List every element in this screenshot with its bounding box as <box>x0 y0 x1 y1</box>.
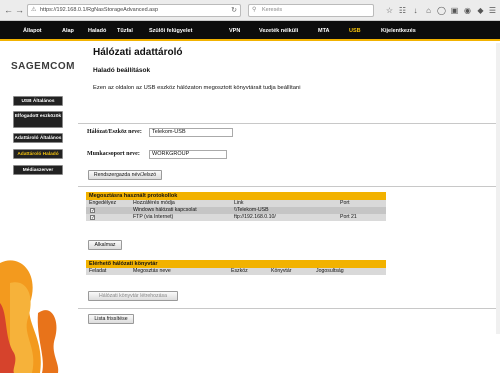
column-header: Link <box>234 200 244 206</box>
access-mode: Windows hálózati kapcsolat <box>133 207 197 213</box>
create-share-button[interactable]: Hálózati könyvtár létrehozása <box>88 291 178 301</box>
column-header: Engedélyez <box>89 200 117 206</box>
access-mode: FTP (via Internet) <box>133 214 174 220</box>
column-header: Port <box>340 200 350 206</box>
column-header: Jogosultság <box>316 268 344 274</box>
url-bar[interactable]: ⚠ https://192.168.0.1/RgNasStorageAdvanc… <box>27 4 241 17</box>
workgroup-label: Munkacsoport neve: <box>87 151 140 157</box>
main-navigation: Állapot Alap Haladó Tűzfal Szülői felügy… <box>0 21 500 41</box>
scrollbar[interactable] <box>496 43 500 334</box>
protocols-heading: Megosztásra használt protokollok <box>86 192 386 200</box>
enable-checkbox-ftp[interactable]: ✓ <box>90 215 95 221</box>
share-link: ftp://192.168.0.10/ <box>234 214 276 220</box>
nav-allapot[interactable]: Állapot <box>23 28 42 34</box>
enable-checkbox-smb[interactable]: ✓ <box>90 208 95 214</box>
table-row: ✓ Windows hálózati kapcsolat \\Telekom-U… <box>86 207 386 214</box>
share-link: \\Telekom-USB <box>234 207 269 213</box>
admin-credentials-button[interactable]: Rendszergazda név/Jelszó <box>88 170 162 180</box>
host-name-input[interactable]: Telekom-USB <box>149 128 233 137</box>
page-title: Hálózati adattároló <box>93 47 183 58</box>
table-row: ✓ FTP (via Internet) ftp://192.168.0.10/… <box>86 214 386 221</box>
sidebar-item-adattarolo-altalanos[interactable]: Adattároló Általános <box>13 133 63 143</box>
divider <box>78 186 500 187</box>
star-icon[interactable]: ☆ <box>384 5 395 16</box>
column-header: Hozzáférés módja <box>133 200 175 206</box>
url-text: https://192.168.0.1/RgNasStorageAdvanced… <box>40 7 159 13</box>
decorative-flame-graphic <box>0 243 70 373</box>
sidebar: SAGEMCOM USB Általános Elfogadott eszköz… <box>0 43 78 373</box>
browser-toolbar: ← → ⚠ https://192.168.0.1/RgNasStorageAd… <box>0 0 500 21</box>
nav-halado[interactable]: Haladó <box>88 28 106 34</box>
lock-icon: ⚠ <box>31 7 37 13</box>
port-value: Port 21 <box>340 214 357 220</box>
brand-logo: SAGEMCOM <box>11 61 75 72</box>
home-icon[interactable]: ⌂ <box>423 5 434 16</box>
search-input[interactable]: ⚲ Keresés <box>248 4 374 17</box>
back-icon[interactable]: ← <box>3 5 14 16</box>
nav-szuloi-felugyelet[interactable]: Szülői felügyelet <box>149 28 192 34</box>
sidebar-item-mediaszerver[interactable]: Médiaszerver <box>13 165 63 175</box>
extension-icon[interactable]: ◆ <box>475 5 486 16</box>
workgroup-input[interactable]: WORKGROUP <box>149 150 227 159</box>
nav-vezetek-nelkuli[interactable]: Vezeték nélküli <box>259 28 298 34</box>
column-header: Feladat <box>89 268 107 274</box>
shares-heading: Elérhető hálózati könyvtár <box>86 260 386 268</box>
main-content: Hálózati adattároló Haladó beállítások E… <box>78 43 500 334</box>
screenshot-icon[interactable]: ▣ <box>449 5 460 16</box>
nav-mta[interactable]: MTA <box>318 28 330 34</box>
sidebar-item-elfogadott-eszkozok[interactable]: Elfogadott eszközök <box>13 111 63 128</box>
apply-button[interactable]: Alkalmaz <box>88 240 122 250</box>
reader-icon[interactable]: ☷ <box>397 5 408 16</box>
section-subtitle: Haladó beállítások <box>93 67 151 74</box>
sidebar-item-adattarolo-halado[interactable]: Adattároló Haladó <box>13 149 63 159</box>
search-icon: ⚲ <box>252 7 257 13</box>
table-header-row: Feladat Megosztás neve Eszköz Könyvtár J… <box>86 268 386 275</box>
column-header: Eszköz <box>231 268 248 274</box>
search-placeholder: Keresés <box>262 7 283 13</box>
menu-icon[interactable]: ☰ <box>487 5 498 16</box>
divider <box>78 308 500 309</box>
column-header: Könyvtár <box>271 268 292 274</box>
reload-icon[interactable]: ↻ <box>231 5 237 16</box>
nav-alap[interactable]: Alap <box>62 28 74 34</box>
nav-vpn[interactable]: VPN <box>229 28 240 34</box>
refresh-list-button[interactable]: Lista frissítése <box>88 314 134 324</box>
download-icon[interactable]: ↓ <box>410 5 421 16</box>
forward-icon[interactable]: → <box>14 5 25 16</box>
page-description: Ezen az oldalon az USB eszköz hálózaton … <box>93 85 301 91</box>
nav-kijelentkezes[interactable]: Kijelentkezés <box>381 28 416 34</box>
sidebar-item-usb-altalanos[interactable]: USB Általános <box>13 96 63 106</box>
divider <box>78 123 500 124</box>
sync-icon[interactable]: ◉ <box>462 5 473 16</box>
nav-usb[interactable]: USB <box>349 28 361 34</box>
shield-icon[interactable]: ◯ <box>436 5 447 16</box>
column-header: Megosztás neve <box>133 268 171 274</box>
table-header-row: Engedélyez Hozzáférés módja Link Port <box>86 200 386 207</box>
host-name-label: Hálózat/Eszköz neve: <box>87 129 142 135</box>
nav-tuzfal[interactable]: Tűzfal <box>117 28 133 34</box>
